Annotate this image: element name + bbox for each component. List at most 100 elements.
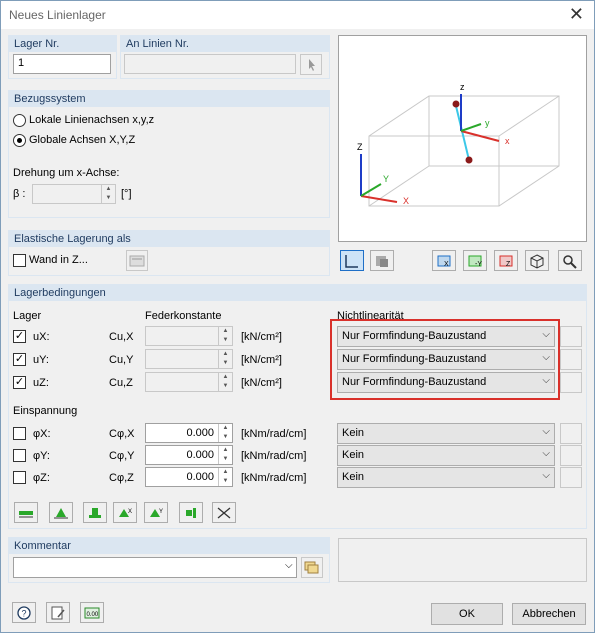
cuy-input[interactable]: ▲ ▼	[145, 349, 233, 369]
support-type-hinged-button[interactable]	[14, 502, 38, 523]
close-icon[interactable]: ✕	[569, 4, 584, 25]
cancel-button[interactable]: Abbrechen	[512, 603, 586, 625]
phiz-checkbox[interactable]	[13, 471, 26, 484]
elastische-group: Elastische Lagerung als	[8, 230, 330, 276]
cux-input[interactable]: ▲ ▼	[145, 326, 233, 346]
title-bar: Neues Linienlager ✕	[1, 1, 594, 29]
phiy-label: φY:	[33, 450, 50, 462]
phiy-nonlin-select[interactable]: Kein ⌵	[337, 445, 555, 466]
phiy-nonlin-value: Kein	[342, 449, 365, 461]
cphiz-unit: [kNm/rad/cm]	[241, 472, 307, 484]
svg-text:Z: Z	[506, 261, 511, 268]
view-x-button[interactable]: X	[432, 250, 456, 271]
uz-checkbox[interactable]: ✓	[13, 376, 26, 389]
cux-label: Cu,X	[109, 331, 134, 343]
support-type-y-button[interactable]: Y	[144, 502, 168, 523]
an-linien-input[interactable]	[124, 54, 296, 74]
cphix-spin-arrows[interactable]: ▲ ▼	[218, 424, 232, 442]
cuz-unit: [kN/cm²]	[241, 377, 282, 389]
phix-checkbox[interactable]	[13, 427, 26, 440]
isometric-cube-icon	[530, 253, 544, 269]
beta-input[interactable]: ▲ ▼	[32, 184, 116, 204]
wand-checkbox[interactable]	[13, 254, 26, 267]
preview-axes-toggle[interactable]	[340, 250, 364, 271]
cux-spin-arrows[interactable]: ▲ ▼	[218, 327, 232, 345]
view-z-button[interactable]: Z	[494, 250, 518, 271]
support-type-fixed-button[interactable]	[83, 502, 107, 523]
phiz-nonlin-select[interactable]: Kein ⌵	[337, 467, 555, 488]
support-type-pinned-button[interactable]	[49, 502, 73, 523]
cphiy-spin-arrows[interactable]: ▲ ▼	[218, 446, 232, 464]
phiz-label: φZ:	[33, 472, 50, 484]
radio-global-axes[interactable]	[13, 134, 26, 147]
kommentar-chevron-down-icon[interactable]: ⌵	[285, 560, 293, 571]
uy-nonlin-edit-button[interactable]	[560, 349, 582, 370]
cuy-spin-arrows[interactable]: ▲ ▼	[218, 350, 232, 368]
cuz-spin-arrows[interactable]: ▲ ▼	[218, 373, 232, 391]
cphiy-unit: [kNm/rad/cm]	[241, 450, 307, 462]
wand-edit-button[interactable]	[126, 250, 148, 271]
radio-local-axes[interactable]	[13, 114, 26, 127]
radio-local-axes-label: Lokale Linienachsen x,y,z	[29, 114, 155, 126]
radio-global-axes-label: Globale Achsen X,Y,Z	[29, 134, 136, 146]
cphiz-spin-arrows[interactable]: ▲ ▼	[218, 468, 232, 486]
support-type-x-button[interactable]: X	[113, 502, 137, 523]
phiz-nonlin-edit-button[interactable]	[560, 467, 582, 488]
kommentar-input[interactable]	[13, 557, 297, 578]
cphiz-input[interactable]: 0.000 ▲ ▼	[145, 467, 233, 487]
col-lager-header: Lager	[13, 310, 42, 322]
chevron-down-icon: ⌵	[542, 470, 550, 481]
uy-label: uY:	[33, 354, 49, 366]
uy-checkbox[interactable]: ✓	[13, 353, 26, 366]
comment-library-icon	[304, 561, 319, 574]
beta-label: β :	[13, 188, 26, 200]
svg-text:?: ?	[22, 608, 27, 618]
wand-label: Wand in Z...	[29, 254, 88, 266]
phix-nonlin-select[interactable]: Kein ⌵	[337, 423, 555, 444]
magnifier-icon	[563, 254, 577, 269]
an-linien-label: An Linien Nr.	[126, 38, 189, 50]
view-y-button[interactable]: -Y	[463, 250, 487, 271]
cphix-label: Cφ,X	[109, 428, 135, 440]
wall-support-icon	[186, 507, 196, 518]
ux-checkbox[interactable]: ✓	[13, 330, 26, 343]
nonlin-highlight-frame	[330, 319, 560, 400]
preview-local-x: x	[505, 136, 510, 146]
bezugssystem-label: Bezugssystem	[14, 93, 86, 105]
cphiy-label: Cφ,Y	[109, 450, 135, 462]
preview-solid-toggle[interactable]	[370, 250, 394, 271]
ux-nonlin-edit-button[interactable]	[560, 326, 582, 347]
cphiy-input[interactable]: 0.000 ▲ ▼	[145, 445, 233, 465]
phiy-nonlin-edit-button[interactable]	[560, 445, 582, 466]
cphiz-label: Cφ,Z	[109, 472, 134, 484]
uz-nonlin-edit-button[interactable]	[560, 372, 582, 393]
phix-nonlin-value: Kein	[342, 427, 365, 439]
edit-notes-button[interactable]	[46, 602, 70, 623]
kommentar-library-button[interactable]	[301, 557, 323, 578]
ok-button[interactable]: OK	[431, 603, 503, 625]
cuz-input[interactable]: ▲ ▼	[145, 372, 233, 392]
cphix-unit: [kNm/rad/cm]	[241, 428, 307, 440]
svg-text:X: X	[128, 509, 132, 515]
support-release-button[interactable]	[212, 502, 236, 523]
cphix-input[interactable]: 0.000 ▲ ▼	[145, 423, 233, 443]
lager-nr-input[interactable]: 1	[13, 54, 111, 74]
help-button[interactable]: ?	[12, 602, 36, 623]
phiy-checkbox[interactable]	[13, 449, 26, 462]
view-iso-button[interactable]	[525, 250, 549, 271]
chevron-down-icon: ⌵	[542, 448, 550, 459]
support-wall-button[interactable]	[179, 502, 203, 523]
cphiy-value: 0.000	[186, 449, 214, 461]
lagerbedingungen-label: Lagerbedingungen	[14, 287, 106, 299]
pick-lines-button[interactable]	[300, 54, 322, 75]
uz-label: uZ:	[33, 377, 49, 389]
beta-unit: [°]	[121, 188, 132, 200]
view-z-icon: Z	[499, 255, 513, 268]
solid-view-icon	[376, 255, 388, 267]
zoom-button[interactable]	[558, 250, 582, 271]
support-y-icon: Y	[150, 508, 163, 517]
phix-nonlin-edit-button[interactable]	[560, 423, 582, 444]
units-button[interactable]: 0.00	[80, 602, 104, 623]
beta-spin-arrows[interactable]: ▲ ▼	[101, 185, 115, 203]
edit-dialog-icon	[129, 255, 145, 267]
